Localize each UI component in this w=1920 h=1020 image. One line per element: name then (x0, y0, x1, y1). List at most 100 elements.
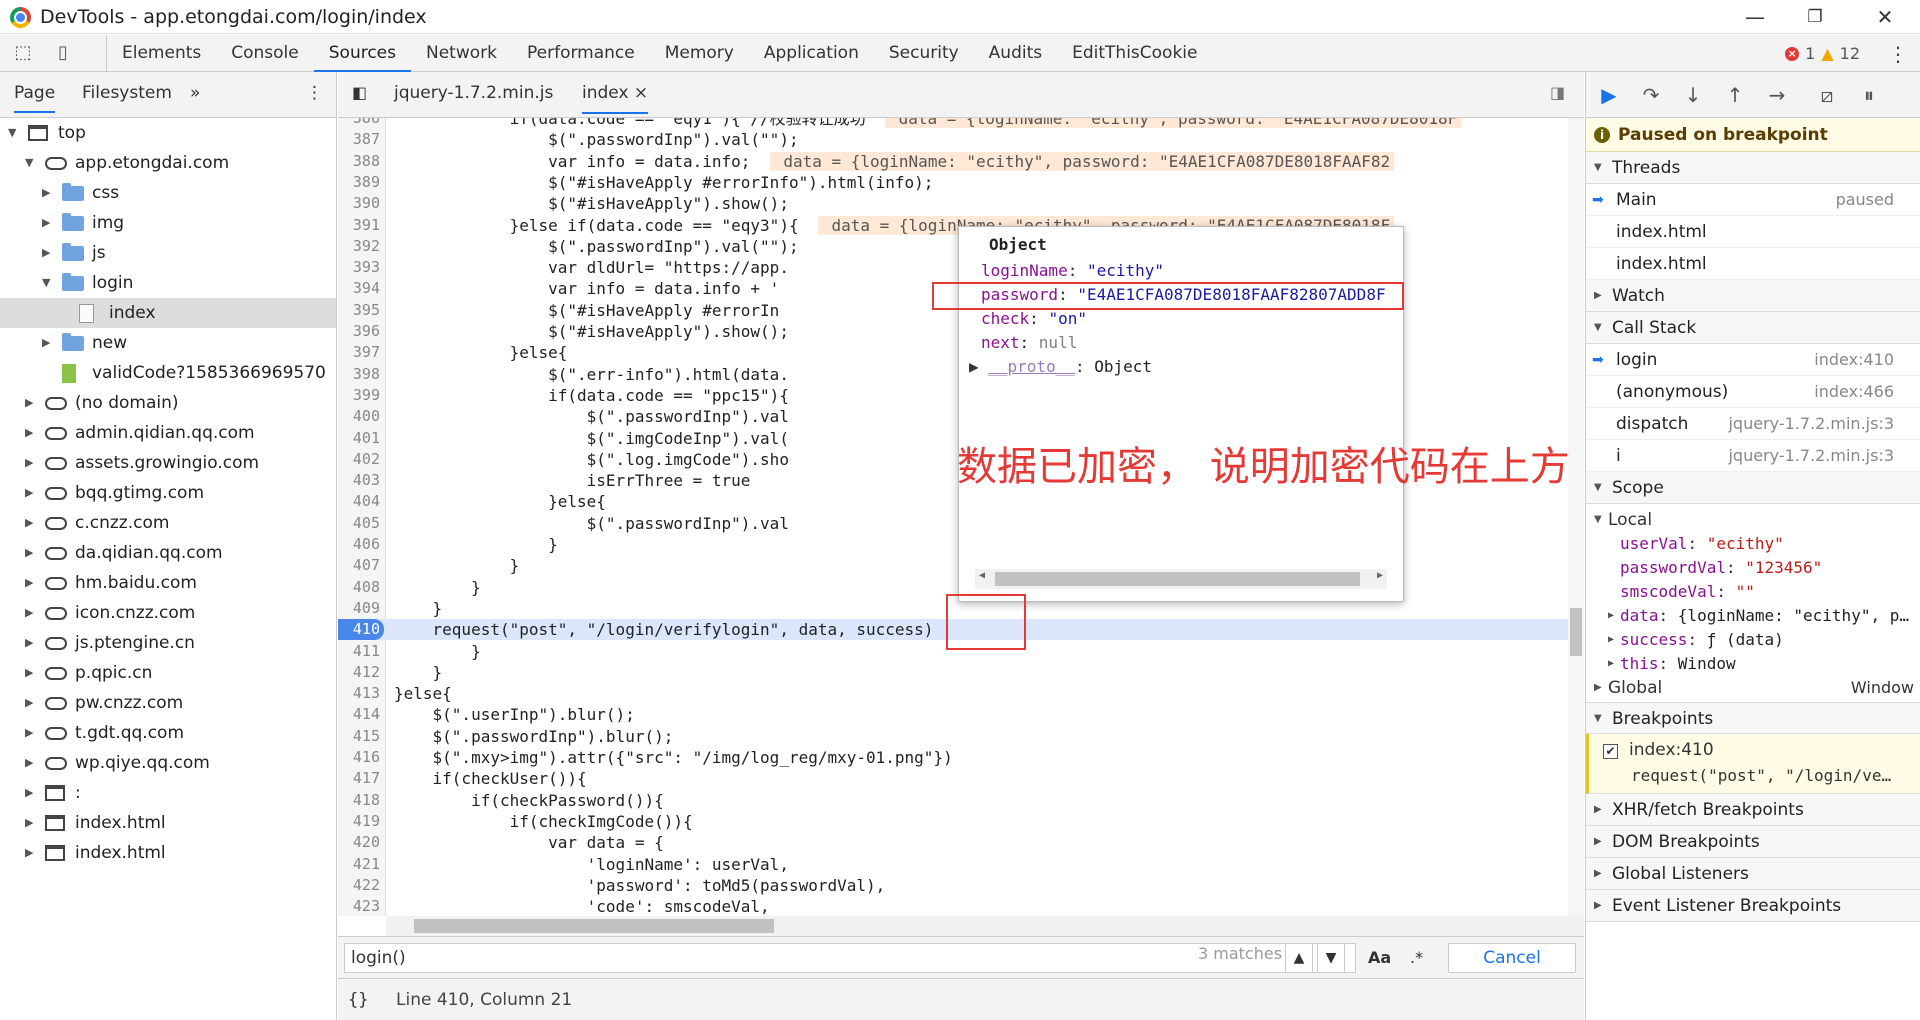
thread-item[interactable]: index.html (1586, 248, 1920, 280)
line-number[interactable]: 392 (338, 236, 380, 257)
watch-section[interactable]: Watch (1586, 280, 1920, 312)
pretty-print-button[interactable]: {} (348, 990, 368, 1010)
horizontal-scrollbar[interactable] (386, 916, 1584, 936)
line-number[interactable]: 404 (338, 491, 380, 512)
tree-item[interactable]: ▶ (no domain) (0, 388, 336, 418)
line-number[interactable]: 396 (338, 321, 380, 342)
tree-item[interactable]: ▼ login (0, 268, 336, 298)
tree-item[interactable]: ▶ t.gdt.qq.com (0, 718, 336, 748)
tree-item[interactable]: ▶ hm.baidu.com (0, 568, 336, 598)
collapsed-arrow-icon[interactable]: ▶ (42, 208, 52, 238)
tree-item[interactable]: index (0, 298, 336, 328)
code-line[interactable]: 416 $(".mxy>img").attr({"src": "/img/log… (338, 747, 1584, 768)
code-line[interactable]: 414 $(".userInp").blur(); (338, 704, 1584, 725)
code-line[interactable]: 418 if(checkPassword()){ (338, 790, 1584, 811)
scope-variable[interactable]: ▶ this: Window (1586, 652, 1920, 676)
device-toolbar-icon[interactable]: ▯ (52, 42, 74, 64)
threads-section[interactable]: Threads (1586, 152, 1920, 184)
line-number[interactable]: 386 (338, 118, 380, 129)
collapsed-arrow-icon[interactable]: ▶ (25, 838, 35, 868)
callframe-item[interactable]: (anonymous) index:466 (1586, 376, 1920, 408)
collapsed-arrow-icon[interactable]: ▶ (25, 568, 35, 598)
toggle-debugger-icon[interactable]: ◨ (1550, 83, 1565, 102)
scroll-thumb[interactable] (414, 919, 774, 933)
line-number[interactable]: 395 (338, 300, 380, 321)
more-tabs-icon[interactable]: » (190, 83, 200, 103)
tree-item[interactable]: ▶ img (0, 208, 336, 238)
line-number[interactable]: 405 (338, 513, 380, 534)
collapsed-arrow-icon[interactable]: ▶ (25, 658, 35, 688)
step-over-icon[interactable]: ↷ (1638, 82, 1664, 108)
scope-variable[interactable]: smscodeVal: "" (1586, 580, 1920, 604)
minimize-button[interactable]: — (1730, 2, 1780, 32)
callstack-section[interactable]: Call Stack (1586, 312, 1920, 344)
tab-console[interactable]: Console (216, 35, 314, 72)
tree-item[interactable]: ▼ app.etongdai.com (0, 148, 336, 178)
issue-counters[interactable]: × 1 ▲ 12 (1785, 44, 1860, 63)
line-number[interactable]: 403 (338, 470, 380, 491)
line-number[interactable]: 419 (338, 811, 380, 832)
code-line[interactable]: 413}else{ (338, 683, 1584, 704)
code-line[interactable]: 386 if(data.code == "eqy1"){ //校验转让成功 da… (338, 118, 1584, 129)
global-listeners-section[interactable]: Global Listeners (1586, 858, 1920, 890)
tab-security[interactable]: Security (874, 35, 974, 72)
scope-variable[interactable]: userVal: "ecithy" (1586, 532, 1920, 556)
tab-application[interactable]: Application (749, 35, 874, 72)
step-into-icon[interactable]: ↓ (1680, 82, 1706, 108)
step-icon[interactable]: → (1764, 82, 1790, 108)
code-line[interactable]: 419 if(checkImgCode()){ (338, 811, 1584, 832)
code-line[interactable]: 388 var info = data.info; data = {loginN… (338, 151, 1584, 172)
line-number[interactable]: 407 (338, 555, 380, 576)
search-prev-button[interactable]: ▲ (1285, 943, 1313, 973)
code-line[interactable]: 415 $(".passwordInp").blur(); (338, 726, 1584, 747)
collapsed-arrow-icon[interactable]: ▶ (25, 748, 35, 778)
collapsed-arrow-icon[interactable]: ▶ (25, 508, 35, 538)
expand-arrow-icon[interactable]: ▶ (1608, 604, 1614, 628)
line-number[interactable]: 418 (338, 790, 380, 811)
pause-on-exceptions-icon[interactable]: ⏸ (1856, 82, 1882, 108)
line-number[interactable]: 406 (338, 534, 380, 555)
regex-button[interactable]: .* (1410, 948, 1423, 967)
tree-item[interactable]: ▶: (0, 778, 336, 808)
tab-elements[interactable]: Elements (107, 35, 216, 72)
collapsed-arrow-icon[interactable]: ▶ (25, 538, 35, 568)
line-number[interactable]: 401 (338, 428, 380, 449)
line-number[interactable]: 388 (338, 151, 380, 172)
line-number[interactable]: 394 (338, 278, 380, 299)
scope-variable[interactable]: passwordVal: "123456" (1586, 556, 1920, 580)
tree-item[interactable]: ▶ admin.qidian.qq.com (0, 418, 336, 448)
code-line[interactable]: 390 $("#isHaveApply").show(); (338, 193, 1584, 214)
line-number[interactable]: 414 (338, 704, 380, 725)
code-line[interactable]: 417 if(checkUser()){ (338, 768, 1584, 789)
line-number[interactable]: 423 (338, 896, 380, 916)
navigator-menu-icon[interactable]: ⋮ (306, 83, 323, 103)
tree-item[interactable]: ▶ assets.growingio.com (0, 448, 336, 478)
tree-item[interactable]: ▶ wp.qiye.qq.com (0, 748, 336, 778)
code-line[interactable]: 422 'password': toMd5(passwordVal), (338, 875, 1584, 896)
breakpoint-item[interactable]: ✔ index:410 request("post", "/login/ve… (1586, 734, 1920, 794)
code-line[interactable]: 420 var data = { (338, 832, 1584, 853)
tab-sources[interactable]: Sources (313, 35, 411, 72)
collapsed-arrow-icon[interactable]: ▶ (42, 328, 52, 358)
collapsed-arrow-icon[interactable]: ▶ (25, 418, 35, 448)
code-line[interactable]: 412 } (338, 662, 1584, 683)
line-number[interactable]: 409 (338, 598, 380, 619)
tree-item[interactable]: ▶ icon.cnzz.com (0, 598, 336, 628)
line-number[interactable]: 420 (338, 832, 380, 853)
line-number[interactable]: 411 (338, 641, 380, 662)
event-listener-breakpoints-section[interactable]: Event Listener Breakpoints (1586, 890, 1920, 922)
tree-item[interactable]: ▶ da.qidian.qq.com (0, 538, 336, 568)
callframe-item[interactable]: login index:410 (1586, 344, 1920, 376)
expanded-arrow-icon[interactable]: ▼ (8, 118, 18, 148)
line-number[interactable]: 399 (338, 385, 380, 406)
close-tab-icon[interactable]: × (634, 83, 648, 103)
line-number[interactable]: 398 (338, 364, 380, 385)
collapsed-arrow-icon[interactable]: ▶ (25, 778, 35, 808)
local-scope-header[interactable]: ▼ Local (1586, 508, 1920, 532)
tab-performance[interactable]: Performance (512, 35, 650, 72)
collapsed-arrow-icon[interactable]: ▶ (25, 688, 35, 718)
tree-item[interactable]: ▶ bqq.gtimg.com (0, 478, 336, 508)
line-number[interactable]: 410 (338, 619, 384, 641)
line-number[interactable]: 412 (338, 662, 380, 683)
tab-filesystem[interactable]: Filesystem (82, 83, 172, 103)
